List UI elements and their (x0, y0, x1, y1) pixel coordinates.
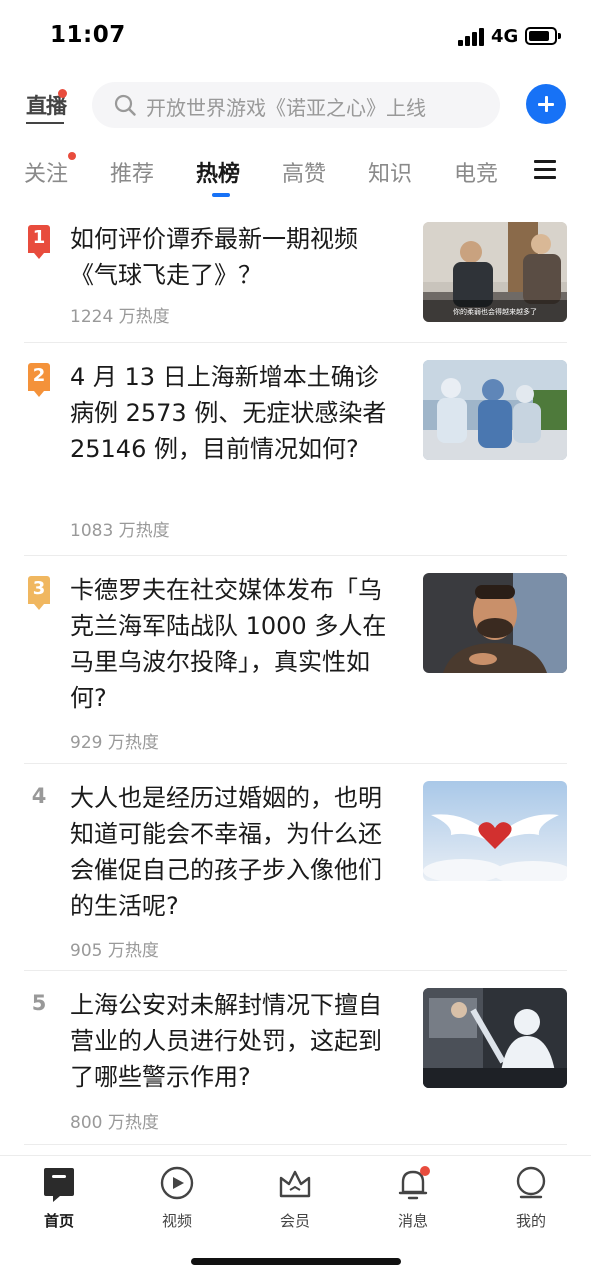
tab-recommend[interactable]: 推荐 (110, 156, 154, 188)
video-icon (160, 1166, 194, 1200)
thumbnail-image[interactable] (423, 781, 567, 881)
thumbnail-image[interactable] (423, 360, 567, 460)
nav-member[interactable]: 会员 (255, 1166, 335, 1231)
list-item[interactable]: 3 卡德罗夫在社交媒体发布「乌克兰海军陆战队 1000 多人在马里乌波尔投降」，… (0, 556, 591, 764)
top-header: 直播 开放世界游戏《诺亚之心》上线 (0, 80, 591, 130)
rank-badge: 5 (28, 991, 52, 1021)
tab-recommend-label: 推荐 (110, 162, 155, 187)
question-title[interactable]: 上海公安对未解封情况下擅自营业的人员进行处罚，这起到了哪些警示作用? (70, 987, 396, 1095)
heat-count: 800 万热度 (70, 1113, 159, 1133)
question-title[interactable]: 4 月 13 日上海新增本土确诊病例 2573 例、无症状感染者 25146 例… (70, 359, 396, 467)
live-notification-dot (58, 89, 67, 98)
rank-number: 2 (32, 365, 46, 386)
tab-knowledge-label: 知识 (368, 162, 413, 187)
tab-hot-list[interactable]: 热榜 (196, 156, 241, 197)
list-item[interactable]: 5 上海公安对未解封情况下擅自营业的人员进行处罚，这起到了哪些警示作用? 800… (0, 971, 591, 1145)
rank-number: 3 (32, 578, 46, 599)
tab-top-liked[interactable]: 高赞 (282, 156, 326, 188)
heat-count: 1083 万热度 (70, 521, 170, 541)
question-title[interactable]: 大人也是经历过婚姻的，也明知道可能会不幸福，为什么还会催促自己的孩子步入像他们的… (70, 780, 396, 924)
list-item[interactable]: 4 大人也是经历过婚姻的，也明知道可能会不幸福，为什么还会催促自己的孩子步入像他… (0, 764, 591, 971)
heat-count: 905 万热度 (70, 941, 159, 961)
nav-messages-label: 消息 (397, 1212, 428, 1230)
menu-icon[interactable] (534, 160, 556, 180)
home-icon (42, 1166, 76, 1202)
tab-follow-label: 关注 (24, 162, 69, 187)
create-plus-button[interactable] (526, 84, 566, 124)
thumbnail-caption: 你的柔弱也会得越来越多了 (453, 307, 537, 316)
rank-number: 4 (31, 784, 47, 808)
rank-badge: 2 (28, 363, 52, 397)
heat-count: 929 万热度 (70, 733, 159, 753)
live-underline (26, 122, 64, 124)
home-indicator[interactable] (191, 1258, 401, 1265)
divider (24, 1144, 567, 1145)
search-bar[interactable]: 开放世界游戏《诺亚之心》上线 (92, 82, 500, 128)
thumbnail-image[interactable] (423, 988, 567, 1088)
tab-hot-list-label: 热榜 (196, 162, 241, 187)
thumbnail-image[interactable]: 你的柔弱也会得越来越多了 (423, 222, 567, 322)
tab-esports-label: 电竞 (454, 162, 499, 187)
bell-icon (396, 1166, 430, 1200)
search-icon (114, 94, 136, 116)
tab-top-liked-label: 高赞 (282, 162, 327, 187)
nav-member-label: 会员 (279, 1212, 310, 1230)
question-title[interactable]: 如何评价谭乔最新一期视频《气球飞走了》？ (70, 221, 396, 293)
crown-icon (278, 1166, 312, 1200)
network-type: 4G (491, 26, 519, 47)
profile-icon (514, 1166, 548, 1200)
tab-esports[interactable]: 电竞 (454, 156, 498, 188)
nav-profile[interactable]: 我的 (491, 1166, 571, 1231)
battery-icon (525, 27, 561, 45)
rank-badge: 1 (28, 225, 52, 259)
rank-badge: 4 (28, 784, 52, 814)
status-time: 11:07 (50, 22, 126, 48)
nav-messages[interactable]: 消息 (373, 1166, 453, 1231)
list-item[interactable]: 1 如何评价谭乔最新一期视频《气球飞走了》？ 1224 万热度 你的柔弱也会得越… (0, 205, 591, 343)
question-title[interactable]: 卡德罗夫在社交媒体发布「乌克兰海军陆战队 1000 多人在马里乌波尔投降」，真实… (70, 572, 396, 716)
thumbnail-image[interactable] (423, 573, 567, 673)
tab-knowledge[interactable]: 知识 (368, 156, 412, 188)
nav-home[interactable]: 首页 (19, 1166, 99, 1231)
rank-number: 5 (31, 991, 47, 1015)
nav-profile-label: 我的 (515, 1212, 546, 1230)
nav-video[interactable]: 视频 (137, 1166, 217, 1231)
signal-icon (458, 28, 484, 46)
tab-follow[interactable]: 关注 (24, 152, 77, 188)
list-item[interactable]: 2 4 月 13 日上海新增本土确诊病例 2573 例、无症状感染者 25146… (0, 343, 591, 556)
heat-count: 1224 万热度 (70, 307, 170, 327)
active-tab-indicator (212, 193, 230, 197)
status-bar: 11:07 4G (0, 0, 591, 72)
nav-video-label: 视频 (161, 1212, 192, 1230)
tab-follow-dot (68, 152, 77, 160)
channel-tabs: 关注 推荐 热榜 高赞 知识 电竞 (0, 152, 591, 200)
search-placeholder: 开放世界游戏《诺亚之心》上线 (146, 96, 426, 120)
rank-number: 1 (32, 227, 46, 248)
rank-badge: 3 (28, 576, 52, 610)
live-button[interactable]: 直播 (26, 86, 68, 126)
nav-home-label: 首页 (43, 1212, 74, 1230)
